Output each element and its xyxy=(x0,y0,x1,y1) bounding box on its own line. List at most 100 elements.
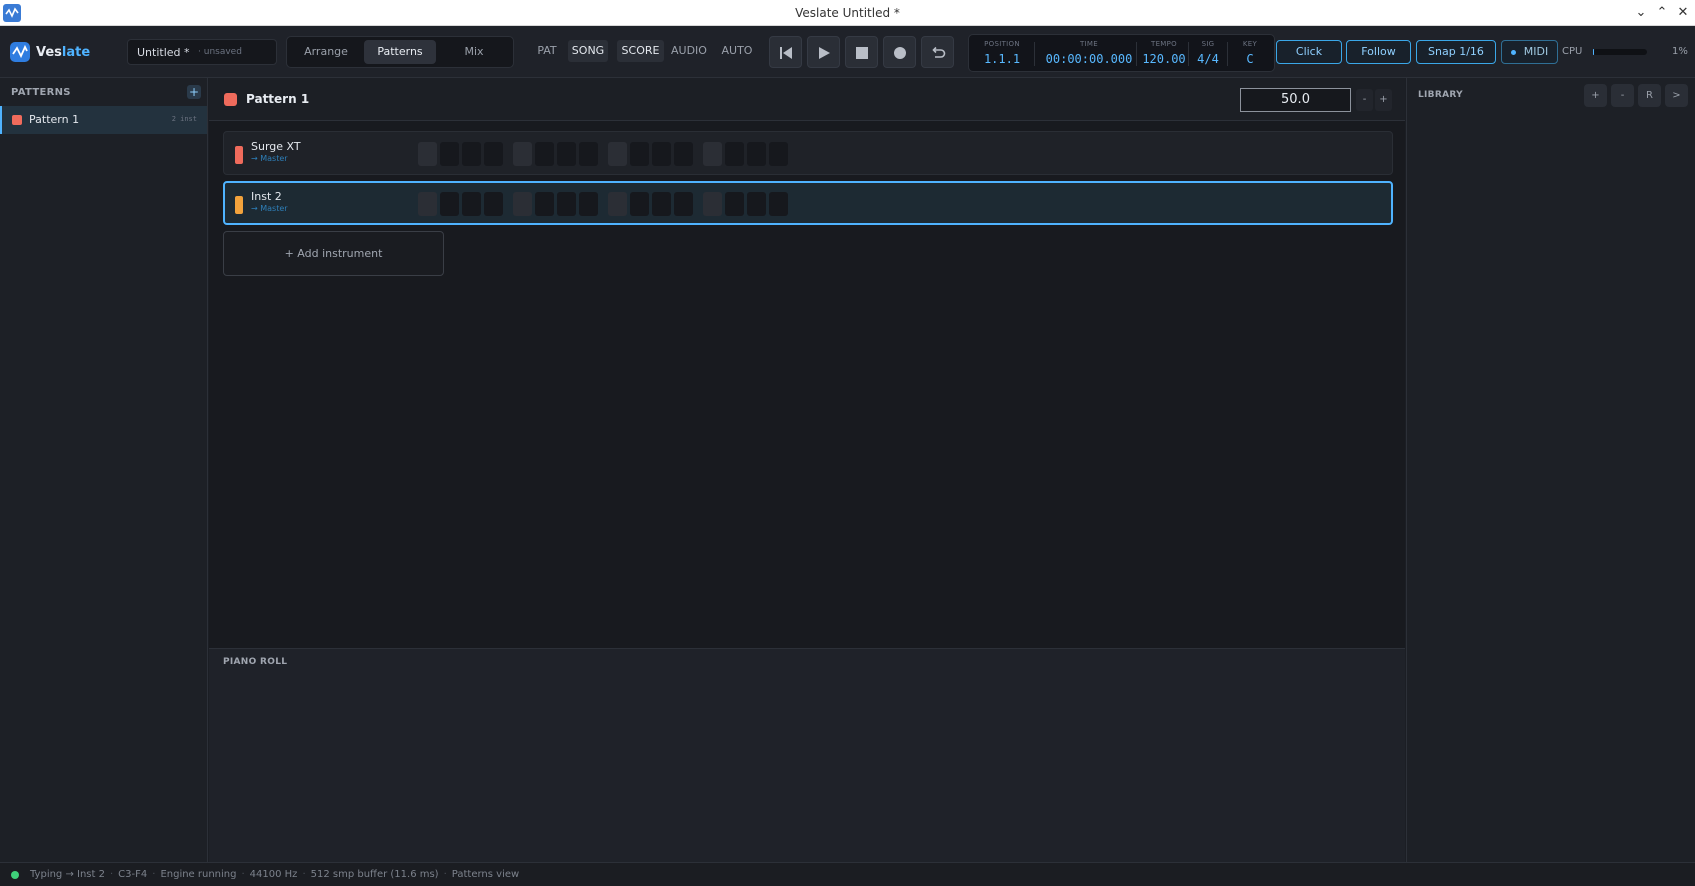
library-next-button[interactable]: > xyxy=(1665,84,1688,107)
track-name: Surge XT xyxy=(251,140,301,153)
step-cell[interactable] xyxy=(557,192,576,216)
stop-button[interactable] xyxy=(845,36,878,68)
status-item: Patterns view xyxy=(451,869,520,880)
cpu-meter xyxy=(1593,49,1647,55)
step-cell[interactable] xyxy=(418,192,437,216)
brand: Veslate xyxy=(10,42,90,62)
tempo-value[interactable]: 120.00 xyxy=(1139,52,1189,66)
top-toolbar: Veslate Untitled * · unsaved Arrange Pat… xyxy=(0,26,1695,78)
step-cell[interactable] xyxy=(462,192,481,216)
loop-icon xyxy=(932,46,946,58)
window-title: Veslate Untitled * xyxy=(795,6,900,20)
play-icon xyxy=(819,47,830,59)
step-cell[interactable] xyxy=(769,142,788,166)
step-cell[interactable] xyxy=(513,192,532,216)
mode-score-button[interactable]: SCORE xyxy=(617,40,664,62)
add-instrument-button[interactable]: + Add instrument xyxy=(223,231,444,276)
close-icon[interactable]: ✕ xyxy=(1673,3,1693,23)
step-cell[interactable] xyxy=(535,192,554,216)
step-cell[interactable] xyxy=(652,142,671,166)
library-remove-button[interactable]: - xyxy=(1611,84,1634,107)
mode-song-button[interactable]: SONG xyxy=(568,40,608,62)
step-cell[interactable] xyxy=(608,142,627,166)
play-button[interactable] xyxy=(807,36,840,68)
status-item: 512 smp buffer (11.6 ms) xyxy=(310,869,439,880)
step-cell[interactable] xyxy=(769,192,788,216)
tempo-label: TEMPO xyxy=(1151,40,1177,48)
minimize-icon[interactable]: ⌄ xyxy=(1631,3,1651,23)
key-value[interactable]: C xyxy=(1229,52,1271,66)
key-label: KEY xyxy=(1242,40,1258,48)
stop-icon xyxy=(856,47,868,59)
save-status: unsaved xyxy=(203,47,242,57)
step-cell[interactable] xyxy=(579,192,598,216)
step-cell[interactable] xyxy=(703,192,722,216)
pattern-color-swatch[interactable] xyxy=(224,93,237,106)
follow-toggle[interactable]: Follow xyxy=(1346,40,1411,64)
pattern-list-item[interactable]: Pattern 1 2 inst xyxy=(0,106,207,134)
step-cell[interactable] xyxy=(747,192,766,216)
library-refresh-button[interactable]: R xyxy=(1638,84,1661,107)
step-cell[interactable] xyxy=(747,142,766,166)
pattern-header: Pattern 1 50.0 - + xyxy=(209,78,1405,121)
status-item: 44100 Hz xyxy=(249,869,298,880)
tab-arrange[interactable]: Arrange xyxy=(290,40,362,64)
add-pattern-button[interactable]: + xyxy=(187,85,201,99)
step-cell[interactable] xyxy=(725,192,744,216)
step-cell[interactable] xyxy=(630,142,649,166)
step-cell[interactable] xyxy=(674,192,693,216)
step-cell[interactable] xyxy=(725,142,744,166)
step-cell[interactable] xyxy=(557,142,576,166)
step-cell[interactable] xyxy=(513,142,532,166)
maximize-icon[interactable]: ⌃ xyxy=(1652,3,1672,23)
mode-audio-button[interactable]: AUDIO xyxy=(669,40,709,62)
mode-auto-button[interactable]: AUTO xyxy=(718,40,756,62)
step-cell[interactable] xyxy=(652,192,671,216)
step-cell[interactable] xyxy=(440,192,459,216)
step-cell[interactable] xyxy=(418,142,437,166)
step-cell[interactable] xyxy=(674,142,693,166)
brand-name: Veslate xyxy=(36,44,91,60)
engine-status-icon xyxy=(11,871,19,879)
click-toggle[interactable]: Click xyxy=(1276,40,1342,64)
decrement-button[interactable]: - xyxy=(1356,89,1373,111)
step-cell[interactable] xyxy=(630,192,649,216)
pattern-color-swatch xyxy=(12,115,22,125)
loop-button[interactable] xyxy=(921,36,954,68)
project-name: Untitled xyxy=(137,46,181,59)
snap-toggle[interactable]: Snap 1/16 xyxy=(1416,40,1496,64)
status-text: Typing → Inst 2 · C3-F4 · Engine running · 441… xyxy=(30,869,520,880)
tab-patterns[interactable]: Patterns xyxy=(364,40,436,64)
step-cell[interactable] xyxy=(579,142,598,166)
status-item: Typing → Inst 2 xyxy=(30,869,105,880)
step-cell[interactable] xyxy=(535,142,554,166)
library-add-button[interactable]: + xyxy=(1584,84,1607,107)
track-row-inst-2[interactable]: Inst 2 → Master xyxy=(223,181,1393,225)
dirty-mark: * xyxy=(184,46,190,59)
step-cell[interactable] xyxy=(462,142,481,166)
skip-back-button[interactable] xyxy=(769,36,802,68)
pattern-title: Pattern 1 xyxy=(246,92,310,106)
record-button[interactable] xyxy=(883,36,916,68)
step-cell[interactable] xyxy=(703,142,722,166)
midi-toggle[interactable]: MIDI xyxy=(1501,40,1558,64)
tab-mix[interactable]: Mix xyxy=(438,40,510,64)
mode-pat-button[interactable]: PAT xyxy=(531,40,563,62)
pattern-value-field[interactable]: 50.0 xyxy=(1240,88,1351,112)
step-cell[interactable] xyxy=(440,142,459,166)
project-name-field[interactable]: Untitled * · unsaved xyxy=(127,39,277,65)
track-row-surge-xt[interactable]: Surge XT → Master xyxy=(223,131,1393,175)
skip-back-icon xyxy=(780,47,792,59)
time-value: 00:00:00.000 xyxy=(1045,52,1133,66)
view-tabs: Arrange Patterns Mix xyxy=(286,36,514,68)
step-cell[interactable] xyxy=(484,192,503,216)
window-titlebar: Veslate Untitled * ⌄ ⌃ ✕ xyxy=(0,0,1695,26)
track-route[interactable]: → Master xyxy=(251,204,288,213)
pattern-editor: Pattern 1 50.0 - + Surge XT → Master Ins… xyxy=(209,78,1405,648)
sig-value[interactable]: 4/4 xyxy=(1190,52,1226,66)
step-cell[interactable] xyxy=(608,192,627,216)
track-route[interactable]: → Master xyxy=(251,154,288,163)
increment-button[interactable]: + xyxy=(1375,89,1392,111)
step-cell[interactable] xyxy=(484,142,503,166)
piano-roll-panel: PIANO ROLL xyxy=(209,648,1405,862)
